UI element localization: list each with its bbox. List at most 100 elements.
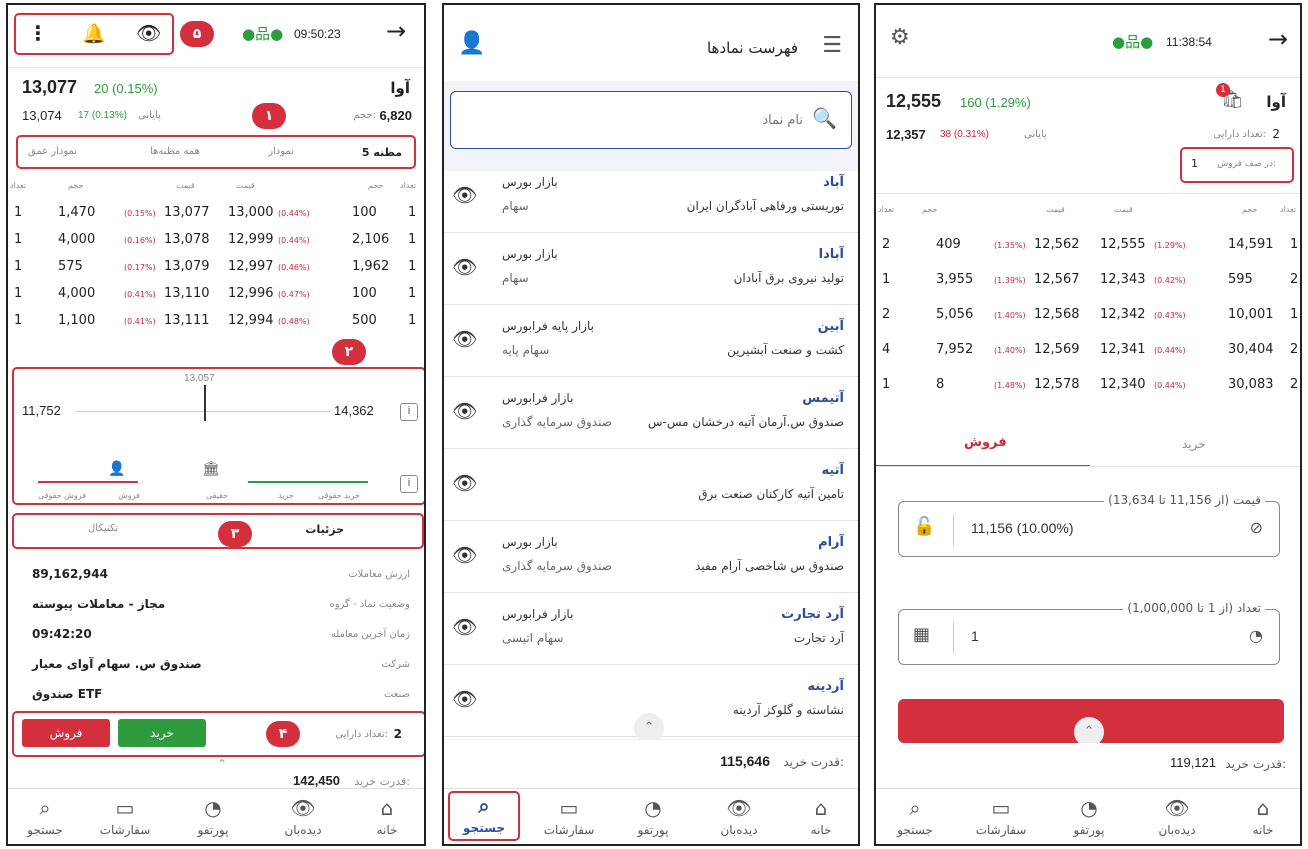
annotation-badge-5: ۵ <box>180 21 214 47</box>
sell-button[interactable]: فروش <box>22 719 110 747</box>
lock-icon[interactable]: 🔓 <box>913 516 935 537</box>
tab-all-quotes[interactable]: همه مظنه‌ها <box>150 146 200 157</box>
sell-volume: 4,000 <box>58 286 96 301</box>
order-row[interactable]: 1 1,470 (0.15%) 13,077 13,000 (0.44%) 100 1 <box>8 199 424 227</box>
bottom-nav: ⌂ خانه 👁 دیده‌بان ◔ پورتفو ▭ سفارشات ⌕ جستجو <box>444 788 858 844</box>
add-to-watchlist-icon[interactable]: 👁 <box>452 399 477 423</box>
add-to-watchlist-icon[interactable]: 👁 <box>452 687 477 711</box>
nav-search[interactable]: ⌕ جستجو <box>448 791 520 841</box>
nav-home[interactable]: ⌂ خانه <box>352 795 422 837</box>
order-row[interactable]: 1 1,100 (0.41%) 13,111 12,994 (0.48%) 500 1 <box>8 307 424 335</box>
chevron-up-icon[interactable]: ⌃ <box>208 757 236 773</box>
sell-price: 12,562 <box>1034 237 1080 252</box>
nav-home[interactable]: ⌂ خانه <box>1228 795 1298 837</box>
eye-icon[interactable]: 👁 <box>136 21 161 45</box>
buy-volume: 500 <box>352 313 377 328</box>
add-to-watchlist-icon[interactable]: 👁 <box>452 183 477 207</box>
buy-price: 12,341 <box>1100 342 1146 357</box>
symbol-list-item[interactable]: آرام صندوق س شاخصی آرام مفید بازار بورس صند… <box>444 521 858 593</box>
nav-watchlist[interactable]: 👁 دیده‌بان <box>1142 795 1212 837</box>
tab-depth-chart[interactable]: نمودار عمق <box>28 146 77 157</box>
info-icon[interactable]: i <box>400 475 418 493</box>
price-edit-icon[interactable]: ⊘ <box>1250 518 1263 537</box>
menu-icon[interactable]: ☰ <box>822 33 842 58</box>
symbol-market: بازار بورس <box>502 247 558 261</box>
symbol-description: کشت و صنعت آبشیرین <box>727 343 844 357</box>
symbol-list-item[interactable]: آتیه تامین آتیه کارکنان صنعت برق 👁 <box>444 449 858 521</box>
symbol-list-item[interactable]: آتیمس صندوق س.آرمان آتیه درخشان مس-س بازار… <box>444 377 858 449</box>
sell-price-percent: (1.39%) <box>994 276 1026 285</box>
bottom-nav: ⌂ خانه 👁 دیده‌بان ◔ پورتفو ▭ سفارشات ⌕ جستجو <box>8 788 424 844</box>
buy-button[interactable]: خرید <box>118 719 206 747</box>
symbol-description: تولید نیروی برق آبادان <box>733 271 844 285</box>
nav-search[interactable]: ⌕ جستجو <box>880 795 950 837</box>
clock-time: 11:38:54 <box>1166 35 1212 49</box>
buy-price-percent: (0.46%) <box>278 263 310 272</box>
settings-gear-icon[interactable]: ⚙ <box>890 25 910 50</box>
nav-orders[interactable]: ▭ سفارشات <box>534 795 604 837</box>
nav-watchlist[interactable]: 👁 دیده‌بان <box>704 795 774 837</box>
nav-search[interactable]: ⌕ جستجو <box>10 795 80 837</box>
symbol-list-item[interactable]: آرد تجارت آرد تجارت بازار فرابورس سهام اتیس… <box>444 593 858 665</box>
header-volume-buy: حجم <box>1242 205 1258 214</box>
tab-sell[interactable]: فروش <box>964 435 1007 450</box>
add-to-watchlist-icon[interactable]: 👁 <box>452 543 477 567</box>
symbol-list-item[interactable]: آبین کشت و صنعت آبشیرین بازار پایه فرابورس… <box>444 305 858 377</box>
tab-buy[interactable]: خرید <box>1182 437 1206 451</box>
order-row[interactable]: 1 8 (1.48%) 12,578 12,340 (0.44%) 30,083 2 <box>876 371 1300 399</box>
header-price-sell: قیمت <box>1046 205 1065 214</box>
portfolio-icon[interactable]: ◔ <box>1249 626 1263 645</box>
nav-orders[interactable]: ▭ سفارشات <box>966 795 1036 837</box>
user-icon[interactable]: 👤 <box>458 31 485 56</box>
order-row[interactable]: 1 3,955 (1.39%) 12,567 12,343 (0.42%) 595 2 <box>876 266 1300 294</box>
search-input[interactable] <box>503 108 803 132</box>
nav-watchlist[interactable]: 👁 دیده‌بان <box>268 795 338 837</box>
add-to-watchlist-icon[interactable]: 👁 <box>452 255 477 279</box>
add-to-watchlist-icon[interactable]: 👁 <box>452 615 477 639</box>
info-icon[interactable]: i <box>400 403 418 421</box>
bell-icon[interactable]: 🔔 <box>82 22 106 45</box>
symbol-list-item[interactable]: آباد توریستی ورفاهی آبادگران ایران بازار ب… <box>444 161 858 233</box>
legal-buy-label: خرید حقوقی <box>318 491 360 500</box>
bottom-nav: ⌂ خانه 👁 دیده‌بان ◔ پورتفو ▭ سفارشات ⌕ جستجو <box>876 788 1300 844</box>
quantity-field[interactable]: تعداد (از 1 تا 1,000,000) ▦ 1 ◔ <box>898 601 1280 665</box>
tab-details[interactable]: جزئیات <box>305 523 344 536</box>
tab-5-quotes[interactable]: 5 مظنه <box>362 146 402 159</box>
order-row[interactable]: 4 7,952 (1.40%) 12,569 12,341 (0.44%) 30,404 2 <box>876 336 1300 364</box>
add-to-watchlist-icon[interactable]: 👁 <box>452 327 477 351</box>
nav-orders[interactable]: ▭ سفارشات <box>90 795 160 837</box>
price-field[interactable]: قیمت (از 11,156 تا 13,634) 🔓 11,156 (10.… <box>898 493 1280 557</box>
buy-volume: 1,962 <box>352 259 390 274</box>
back-arrow-icon[interactable]: → <box>386 17 406 45</box>
quantity-value: 1 <box>971 628 979 644</box>
sell-count: 1 <box>14 205 23 220</box>
nav-portfolio[interactable]: ◔ پورتفو <box>618 795 688 837</box>
search-icon: 🔍 <box>812 106 837 130</box>
calculator-icon[interactable]: ▦ <box>913 624 930 645</box>
nav-home[interactable]: ⌂ خانه <box>786 795 856 837</box>
connection-icon: ●品● <box>1112 33 1154 51</box>
tab-chart[interactable]: نمودار <box>268 146 294 157</box>
order-row[interactable]: 1 4,000 (0.41%) 13,110 12,996 (0.47%) 100 1 <box>8 280 424 308</box>
tab-technical[interactable]: تکنیکال <box>88 523 118 534</box>
order-row[interactable]: 1 575 (0.17%) 13,079 12,997 (0.46%) 1,962 1 <box>8 253 424 281</box>
home-icon: ⌂ <box>380 796 394 820</box>
nav-watchlist-label: دیده‌بان <box>1158 823 1196 837</box>
symbol-name: آبادا <box>818 247 844 262</box>
order-row[interactable]: 1 4,000 (0.16%) 13,078 12,999 (0.44%) 2,106 1 <box>8 226 424 254</box>
more-icon[interactable]: ⋮ <box>28 21 48 45</box>
buy-count: 1 <box>408 259 417 274</box>
buy-price: 12,555 <box>1100 237 1146 252</box>
sell-price-percent: (0.15%) <box>124 209 156 218</box>
nav-portfolio[interactable]: ◔ پورتفو <box>178 795 248 837</box>
sell-label: فروش <box>118 491 140 500</box>
symbol-list-item[interactable]: آبادا تولید نیروی برق آبادان بازار بورس سها… <box>444 233 858 305</box>
add-to-watchlist-icon[interactable]: 👁 <box>452 471 477 495</box>
order-row[interactable]: 2 409 (1.35%) 12,562 12,555 (1.29%) 14,591 1 <box>876 231 1300 259</box>
nav-portfolio[interactable]: ◔ پورتفو <box>1054 795 1124 837</box>
order-row[interactable]: 2 5,056 (1.40%) 12,568 12,342 (0.43%) 10,001 1 <box>876 301 1300 329</box>
holdings-value: 2 <box>1272 127 1280 141</box>
buy-price: 13,000 <box>228 205 274 220</box>
back-arrow-icon[interactable]: → <box>1268 25 1288 53</box>
power-label: قدرت خرید: <box>783 755 844 769</box>
